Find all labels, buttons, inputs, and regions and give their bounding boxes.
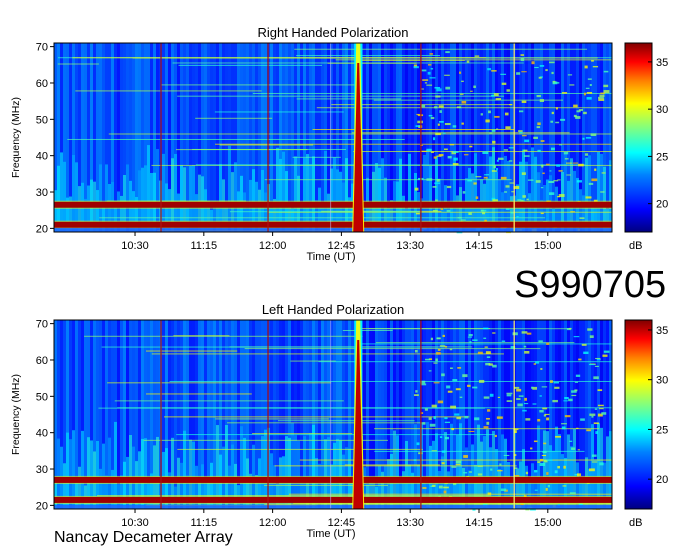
y-tick-label: 30 <box>36 187 48 199</box>
y-tick-label: 40 <box>36 151 48 163</box>
emission-band <box>54 476 612 483</box>
colorbar-tick-label: 25 <box>656 151 668 163</box>
x-tick-label: 14:15 <box>465 517 493 529</box>
colorbar-tick-label: 35 <box>656 325 668 337</box>
x-tick-label: 15:00 <box>534 240 562 252</box>
x-axis-label: Time (UT) <box>306 528 355 540</box>
colorbar-tick-label: 25 <box>656 424 668 436</box>
y-tick-label: 40 <box>36 428 48 440</box>
y-tick-label: 60 <box>36 355 48 367</box>
right-polarization-panel: Right Handed Polarization 10:30 11:15 12:00… <box>10 25 668 263</box>
colorbar-tick-label: 20 <box>656 199 668 211</box>
x-tick-label: 14:15 <box>465 240 493 252</box>
y-tick-label: 20 <box>36 223 48 235</box>
colorbar-unit-label: dB <box>629 517 642 529</box>
x-tick-label: 12:00 <box>259 517 287 529</box>
x-tick-label: 15:00 <box>534 517 562 529</box>
emission-band <box>54 201 612 208</box>
x-tick-label: 13:30 <box>396 517 424 529</box>
colorbar-tick-label: 35 <box>656 57 668 69</box>
left-polarization-panel: Left Handed Polarization10:30 11:15 12:00 1… <box>10 302 668 540</box>
y-tick-label: 50 <box>36 391 48 403</box>
y-tick-label: 70 <box>36 42 48 54</box>
colorbar-tick-label: 30 <box>656 104 668 116</box>
x-tick-label: 10:30 <box>121 240 149 252</box>
colorbar <box>624 319 653 510</box>
x-tick-label: 11:15 <box>190 240 217 252</box>
observation-id: S990705 <box>514 264 667 306</box>
y-axis-label: Frequency (MHz) <box>10 374 22 455</box>
chart-title: Right Handed Polarization <box>257 25 408 40</box>
chart-title: Left Handed Polarization <box>262 302 404 317</box>
y-tick-label: 70 <box>36 319 48 331</box>
y-tick-label: 20 <box>36 500 48 512</box>
x-tick-label: 12:00 <box>259 240 287 252</box>
y-tick-label: 50 <box>36 114 48 126</box>
instrument-name: Nancay Decameter Array <box>54 529 233 546</box>
colorbar-tick-label: 20 <box>656 474 668 486</box>
y-tick-label: 60 <box>36 78 48 90</box>
colorbar-unit-label: dB <box>629 240 642 252</box>
y-axis-label: Frequency (MHz) <box>10 97 22 178</box>
emission-band <box>54 221 612 228</box>
colorbar-tick-label: 30 <box>656 375 668 387</box>
y-tick-label: 30 <box>36 464 48 476</box>
emission-band <box>54 496 612 503</box>
x-tick-label: 13:30 <box>396 240 424 252</box>
colorbar <box>624 42 653 233</box>
x-axis-label: Time (UT) <box>306 251 355 263</box>
